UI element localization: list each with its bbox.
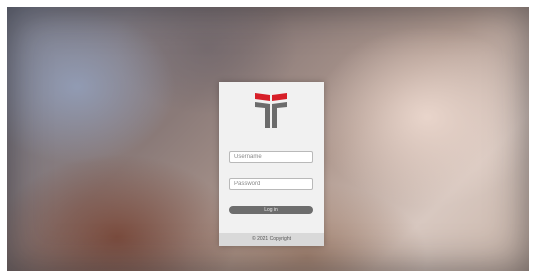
blurred-background: Log in © 2021 Copyright <box>7 7 529 271</box>
login-button[interactable]: Log in <box>229 206 313 214</box>
login-card: Log in © 2021 Copyright <box>219 82 324 246</box>
username-input[interactable] <box>229 151 313 163</box>
institution-logo-icon <box>255 93 287 128</box>
password-input[interactable] <box>229 178 313 190</box>
copyright-footer: © 2021 Copyright <box>219 233 324 246</box>
